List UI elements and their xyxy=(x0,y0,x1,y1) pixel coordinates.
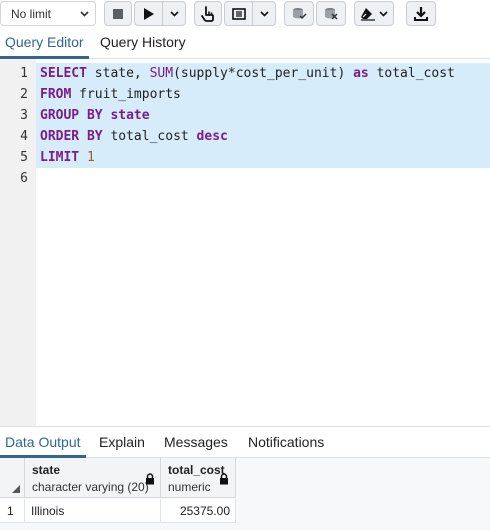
line-number: 1 xyxy=(20,66,28,81)
chevron-down-icon xyxy=(259,10,269,17)
row-number: 1 xyxy=(0,499,25,523)
tab-query-editor[interactable]: Query Editor xyxy=(0,30,89,59)
explain-options-dropdown[interactable] xyxy=(253,2,275,25)
chevron-down-icon xyxy=(379,10,388,17)
code-line-2: FROM fruit_imports xyxy=(40,87,181,102)
explain-button[interactable] xyxy=(194,1,222,26)
rollback-button[interactable] xyxy=(316,1,346,26)
clear-button[interactable] xyxy=(354,1,394,26)
limit-select-value: No limit xyxy=(11,6,52,21)
sql-editor[interactable]: 1 2 3 4 5 6 SELECT state, SUM(supply*cos… xyxy=(0,59,490,426)
commit-button[interactable] xyxy=(284,1,314,26)
column-name: total_cost xyxy=(168,463,225,477)
tab-data-output[interactable]: Data Output xyxy=(0,427,86,458)
explain-icon xyxy=(201,5,214,22)
code-line-3: GROUP BY state xyxy=(40,108,150,123)
explain-analyze-button[interactable] xyxy=(225,2,253,25)
editor-tabs: Query Editor Query History xyxy=(0,30,490,59)
column-name: state xyxy=(32,463,61,477)
explain-analyze-group xyxy=(224,1,276,26)
line-number: 5 xyxy=(20,150,28,165)
lock-icon xyxy=(220,473,228,485)
grid-header-row: state character varying (20) total_cost … xyxy=(0,458,236,498)
download-icon xyxy=(414,7,428,21)
execute-button[interactable] xyxy=(135,2,163,25)
select-all-cell[interactable] xyxy=(0,458,25,498)
execute-button-group xyxy=(134,1,186,26)
output-tabs: Data Output Explain Messages Notificatio… xyxy=(0,426,490,458)
line-number: 4 xyxy=(20,129,28,144)
line-number: 6 xyxy=(20,171,28,186)
lock-icon xyxy=(146,473,154,485)
chevron-down-icon xyxy=(169,10,179,17)
tab-query-history[interactable]: Query History xyxy=(95,30,191,59)
line-number-gutter: 1 2 3 4 5 6 xyxy=(0,59,36,426)
explain-options-icon xyxy=(231,7,246,20)
download-button[interactable] xyxy=(406,1,436,26)
results-grid: state character varying (20) total_cost … xyxy=(0,458,490,530)
tab-explain[interactable]: Explain xyxy=(94,427,150,458)
column-type: numeric xyxy=(168,480,211,494)
cell-state[interactable]: Illinois xyxy=(25,499,161,523)
tab-notifications[interactable]: Notifications xyxy=(243,427,329,458)
line-number: 3 xyxy=(20,108,28,123)
cell-total-cost[interactable]: 25375.00 xyxy=(161,499,236,523)
column-header-total-cost[interactable]: total_cost numeric xyxy=(161,458,236,498)
commit-icon xyxy=(293,7,307,19)
column-header-state[interactable]: state character varying (20) xyxy=(25,458,161,498)
query-toolbar: No limit xyxy=(0,0,490,30)
code-line-4: ORDER BY total_cost desc xyxy=(40,129,228,144)
execute-icon xyxy=(143,7,154,20)
code-line-1: SELECT state, SUM(supply*cost_per_unit) … xyxy=(40,66,455,81)
column-type: character varying (20) xyxy=(32,480,149,494)
select-all-icon xyxy=(12,485,20,493)
chevron-down-icon xyxy=(80,10,89,17)
line-number: 2 xyxy=(20,87,28,102)
table-row[interactable]: 1 Illinois 25375.00 xyxy=(0,499,236,523)
limit-select[interactable]: No limit xyxy=(0,1,96,26)
stop-button[interactable] xyxy=(104,1,132,26)
code-line-5: LIMIT 1 xyxy=(40,150,95,165)
execute-options-button[interactable] xyxy=(163,2,185,25)
stop-icon xyxy=(113,8,123,19)
tab-messages[interactable]: Messages xyxy=(159,427,233,458)
clear-icon xyxy=(361,7,375,21)
rollback-icon xyxy=(325,7,338,20)
